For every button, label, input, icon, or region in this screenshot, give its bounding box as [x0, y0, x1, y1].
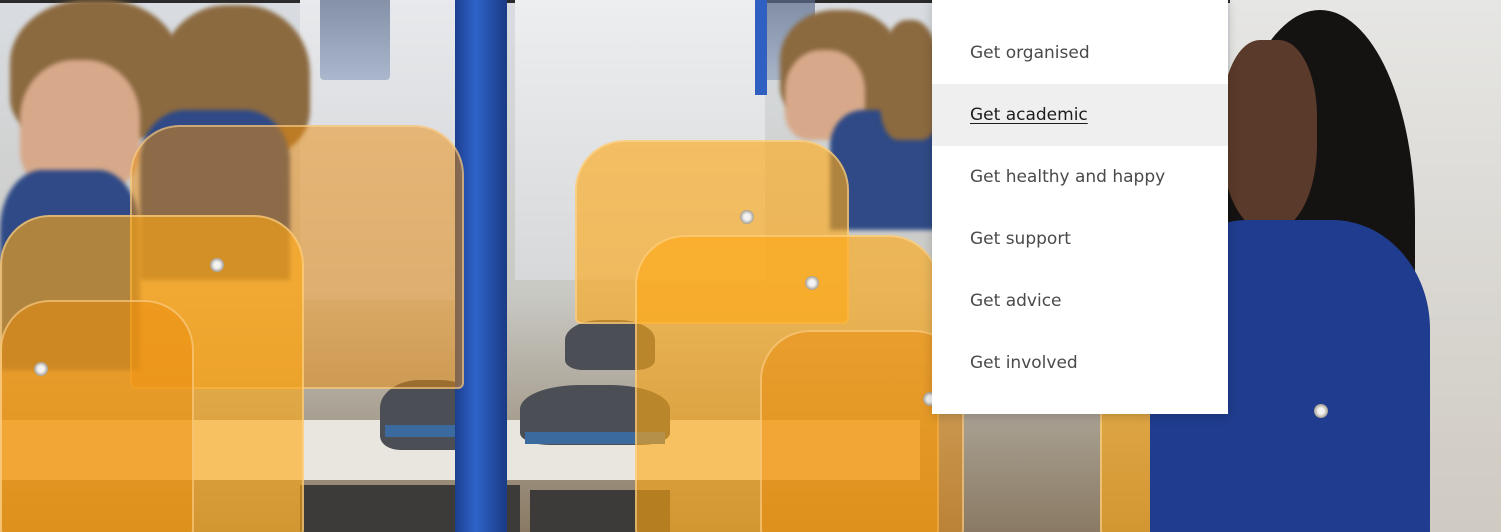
- divider-bolt: [740, 210, 754, 224]
- menu-item-get-healthy-and-happy[interactable]: Get healthy and happy: [932, 146, 1228, 208]
- menu-item-get-advice[interactable]: Get advice: [932, 270, 1228, 332]
- divider-bolt: [210, 258, 224, 272]
- menu-item-get-academic[interactable]: Get academic: [932, 84, 1228, 146]
- dropdown-menu: Get organised Get academic Get healthy a…: [932, 0, 1228, 414]
- divider-bolt: [34, 362, 48, 376]
- acrylic-divider: [0, 300, 194, 532]
- student-hair: [880, 20, 940, 140]
- blue-divider-post: [755, 0, 767, 95]
- menu-item-get-involved[interactable]: Get involved: [932, 332, 1228, 394]
- divider-bolt: [805, 276, 819, 290]
- background-monitor: [320, 0, 390, 80]
- student-face: [1222, 40, 1317, 230]
- hero-banner: Get organised Get academic Get healthy a…: [0, 0, 1501, 532]
- menu-item-get-support[interactable]: Get support: [932, 208, 1228, 270]
- divider-bolt: [1314, 404, 1328, 418]
- menu-item-get-organised[interactable]: Get organised: [932, 22, 1228, 84]
